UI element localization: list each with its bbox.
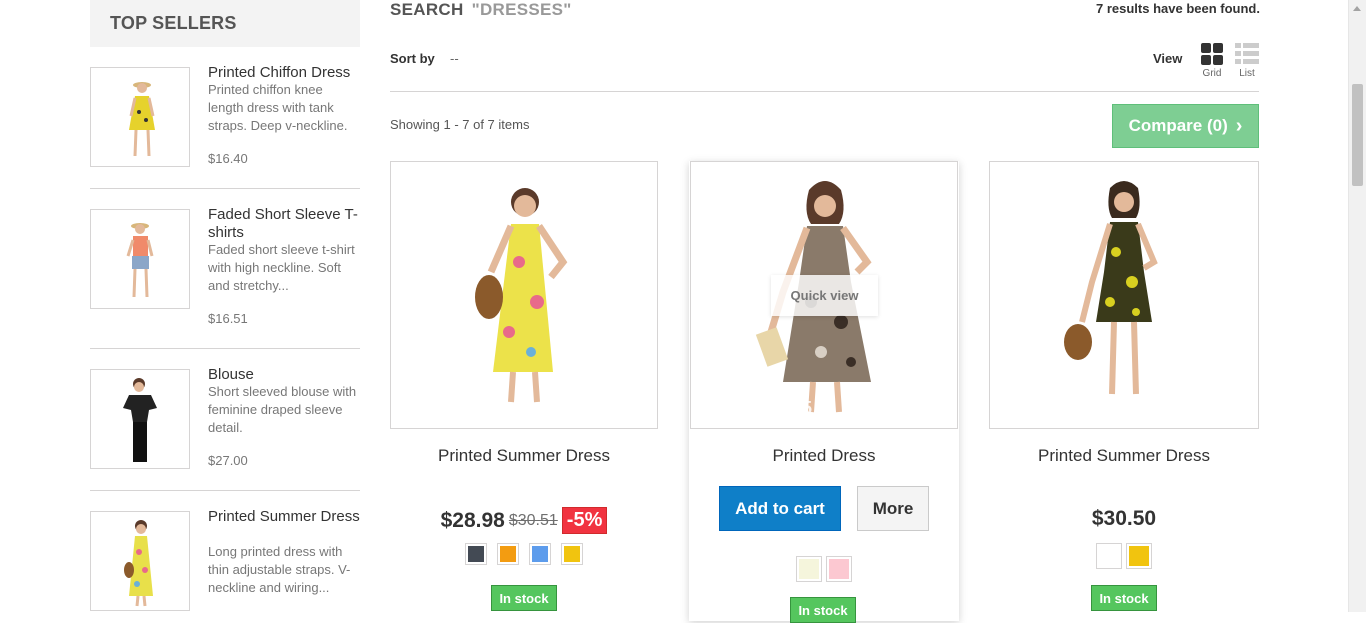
scroll-up-arrow-icon[interactable] bbox=[1353, 6, 1361, 11]
color-swatch[interactable] bbox=[826, 556, 852, 582]
product-image[interactable] bbox=[989, 161, 1259, 429]
color-swatch[interactable] bbox=[497, 543, 519, 565]
top-seller-thumbnail[interactable] bbox=[90, 369, 190, 469]
color-swatches bbox=[390, 543, 658, 565]
top-seller-description: Short sleeved blouse with feminine drape… bbox=[208, 384, 357, 435]
product-name[interactable]: Printed Summer Dress bbox=[989, 446, 1259, 466]
sort-by-label: Sort by bbox=[390, 51, 435, 66]
top-seller-item: Printed Summer Dress Long printed dress … bbox=[90, 508, 360, 621]
top-seller-title[interactable]: Printed Summer Dress bbox=[208, 508, 360, 526]
product-name[interactable]: Printed Dress bbox=[690, 446, 958, 466]
product-price-row: $28.98 $30.51 -5% bbox=[390, 507, 658, 534]
product-price: $28.98 bbox=[440, 508, 505, 532]
product-name[interactable]: Printed Summer Dress bbox=[390, 446, 658, 466]
in-stock-badge: In stock bbox=[491, 585, 557, 611]
showing-count: Showing 1 - 7 of 7 items bbox=[390, 117, 530, 132]
top-seller-title[interactable]: Printed Chiffon Dress bbox=[208, 64, 360, 82]
list-label: List bbox=[1239, 68, 1255, 79]
scrollbar-thumb[interactable] bbox=[1352, 84, 1363, 186]
top-seller-thumbnail[interactable] bbox=[90, 209, 190, 309]
top-seller-thumbnail[interactable] bbox=[90, 67, 190, 167]
color-swatch[interactable] bbox=[561, 543, 583, 565]
toolbar-divider bbox=[390, 91, 1259, 92]
top-sellers-header: TOP SELLERS bbox=[90, 0, 360, 47]
in-stock-badge: In stock bbox=[790, 597, 856, 623]
top-seller-item: Printed Chiffon Dress Printed chiffon kn… bbox=[90, 64, 360, 189]
result-count: 7 results have been found. bbox=[1096, 1, 1260, 16]
discount-badge: -5% bbox=[561, 507, 608, 534]
more-button[interactable]: More bbox=[857, 486, 929, 531]
compare-label: Compare (0) bbox=[1128, 116, 1228, 135]
view-list-toggle[interactable]: List bbox=[1234, 43, 1260, 79]
product-price-row: $30.50 bbox=[989, 507, 1259, 531]
color-swatch[interactable] bbox=[1096, 543, 1122, 569]
top-seller-description: Printed chiffon knee length dress with t… bbox=[208, 82, 348, 133]
top-seller-description: Long printed dress with thin adjustable … bbox=[208, 544, 351, 595]
view-label: View bbox=[1153, 51, 1183, 66]
top-seller-price: $16.51 bbox=[208, 311, 248, 326]
search-heading: SEARCH "DRESSES" bbox=[390, 0, 572, 20]
top-sellers-title: TOP SELLERS bbox=[110, 13, 237, 33]
top-seller-item: Blouse Short sleeved blouse with feminin… bbox=[90, 366, 360, 491]
sort-by-select[interactable]: -- bbox=[450, 51, 459, 66]
top-seller-item: Faded Short Sleeve T-shirts Faded short … bbox=[90, 206, 360, 349]
list-icon bbox=[1235, 43, 1259, 65]
product-price: $30.50 bbox=[1091, 507, 1157, 530]
search-query: "DRESSES" bbox=[471, 0, 572, 19]
grid-icon bbox=[1201, 43, 1223, 65]
top-seller-description: Faded short sleeve t-shirt with high nec… bbox=[208, 242, 355, 293]
color-swatch[interactable] bbox=[796, 556, 822, 582]
product-price-faded: $5 bbox=[792, 398, 813, 418]
in-stock-badge: In stock bbox=[1091, 585, 1157, 611]
top-seller-thumbnail[interactable] bbox=[90, 511, 190, 611]
top-seller-price: $27.00 bbox=[208, 453, 248, 468]
top-seller-price: $16.40 bbox=[208, 151, 248, 166]
quick-view-button[interactable]: Quick view bbox=[771, 275, 878, 316]
add-to-cart-button[interactable]: Add to cart bbox=[719, 486, 841, 531]
color-swatch[interactable] bbox=[465, 543, 487, 565]
top-seller-title[interactable]: Faded Short Sleeve T-shirts bbox=[208, 206, 360, 242]
compare-button[interactable]: Compare (0) › bbox=[1112, 104, 1259, 148]
color-swatch[interactable] bbox=[1126, 543, 1152, 569]
top-sellers-block: TOP SELLERS Printed Chiffon Dress Printe… bbox=[90, 0, 360, 611]
product-image[interactable] bbox=[390, 161, 658, 429]
grid-label: Grid bbox=[1202, 68, 1222, 79]
color-swatches bbox=[989, 543, 1259, 569]
chevron-right-icon: › bbox=[1235, 115, 1243, 137]
search-heading-label: SEARCH bbox=[390, 0, 464, 19]
color-swatches bbox=[690, 556, 958, 582]
view-grid-toggle[interactable]: Grid bbox=[1199, 43, 1225, 79]
product-old-price: $30.51 bbox=[508, 511, 558, 529]
top-seller-title[interactable]: Blouse bbox=[208, 366, 360, 384]
vertical-scrollbar[interactable] bbox=[1348, 0, 1366, 612]
color-swatch[interactable] bbox=[529, 543, 551, 565]
